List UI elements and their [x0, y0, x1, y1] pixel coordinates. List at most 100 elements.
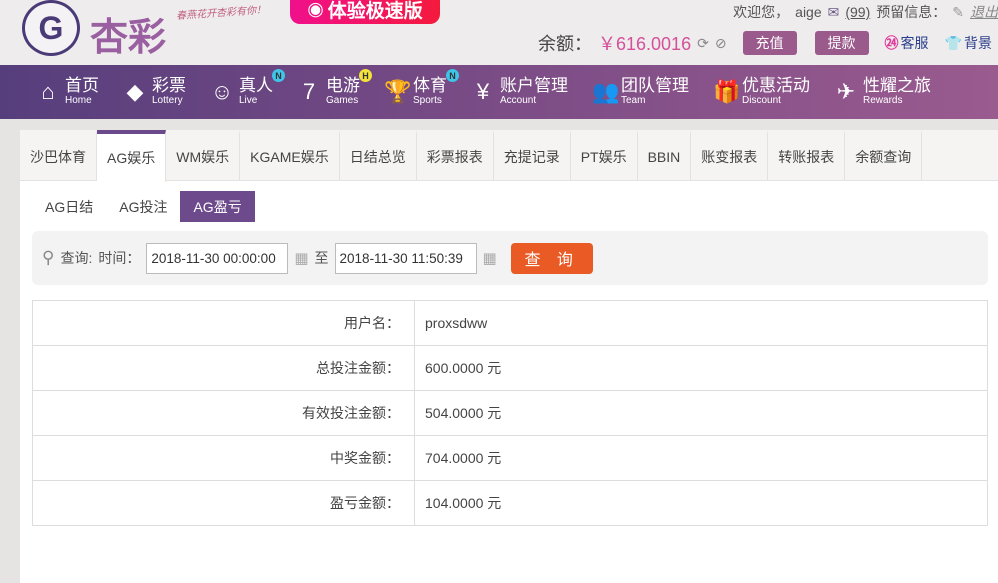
nav-label: 性耀之旅: [863, 76, 931, 95]
promo-banner[interactable]: ◉ 体验极速版: [290, 0, 440, 24]
nav-icon: 👥: [592, 79, 620, 104]
row-label: 总投注金额：: [32, 345, 415, 391]
service-label: 客服: [900, 35, 929, 51]
nav-icon: ✈: [836, 79, 856, 104]
nav-item[interactable]: ¥ 账户管理 Account: [471, 77, 568, 107]
table-row: 有效投注金额： 504.0000 元: [32, 390, 988, 436]
nav-item[interactable]: ✈ 性耀之旅 Rewards: [834, 77, 931, 107]
welcome-text: 欢迎您，: [733, 4, 790, 20]
tab[interactable]: BBIN: [638, 130, 692, 180]
balance-row: 余额： ￥616.0016 ⟳ ⊘ 充值 提款 ㉔客服 👕 背景: [538, 30, 992, 56]
slogan: 春燕花开杏彩有你！: [175, 4, 267, 23]
messages-link[interactable]: (99): [845, 4, 870, 20]
logo-text[interactable]: 杏彩: [90, 6, 166, 61]
nav-icon: 🏆: [384, 79, 412, 104]
row-label: 用户名：: [32, 300, 415, 346]
search-label: 查询:: [60, 250, 93, 266]
customer-service-link[interactable]: ㉔客服: [885, 33, 929, 53]
nav-badge: H: [359, 69, 372, 82]
nav-sublabel: Games: [326, 95, 359, 106]
withdraw-button[interactable]: 提款: [814, 31, 869, 55]
row-value: 504.0000 元: [414, 390, 988, 436]
table-row: 总投注金额： 600.0000 元: [32, 345, 988, 391]
query-button[interactable]: 查 询: [510, 242, 593, 274]
calendar-icon[interactable]: ▦: [483, 249, 497, 267]
search-bar: ⚲ 查询: 时间： ▦ 至 ▦ 查 询: [32, 231, 988, 285]
tab[interactable]: AG娱乐: [97, 130, 167, 182]
profit-table: 用户名： proxsdww 总投注金额： 600.0000 元有效投注金额： 504.0…: [32, 300, 988, 526]
skin-label: 背景: [963, 35, 992, 51]
header: G 杏彩 春燕花开杏彩有你！ ◉ 体验极速版 欢迎您， aige ✉ (99) 预…: [0, 0, 998, 65]
nav-icon: 7: [302, 79, 316, 104]
nav-icon: ◆: [126, 79, 144, 104]
main-nav: ⌂ 首页 Home ◆ 彩票 Lottery ☺ 真人 Live N 7 电游 Games H 🏆 体育 Spo…: [0, 65, 998, 119]
edit-icon[interactable]: ✎: [952, 4, 964, 21]
nav-badge: N: [446, 69, 459, 82]
sub-tab[interactable]: AG投注: [106, 191, 180, 222]
nav-label: 首页: [65, 76, 99, 95]
end-time-input[interactable]: [334, 242, 477, 274]
calendar-icon[interactable]: ▦: [294, 249, 308, 267]
nav-sublabel: Live: [239, 95, 258, 106]
time-label: 时间：: [98, 250, 141, 266]
user-bar: 欢迎您， aige ✉ (99) 预留信息： ✎ 退出: [733, 2, 998, 22]
nav-icon: ☺: [210, 79, 234, 104]
nav-icon: ⌂: [41, 79, 55, 104]
tab[interactable]: 余额查询: [845, 130, 923, 180]
tab[interactable]: 沙巴体育: [20, 130, 97, 180]
deposit-button[interactable]: 充值: [742, 31, 797, 55]
nav-icon: 🎁: [713, 79, 741, 104]
mail-icon[interactable]: ✉: [828, 4, 840, 21]
search-icon: ⚲: [42, 248, 55, 267]
headset-24-icon: ㉔: [884, 35, 899, 51]
nav-label: 团队管理: [621, 76, 689, 95]
start-time-input[interactable]: [146, 242, 289, 274]
report-tabs: 沙巴体育 AG娱乐 WM娱乐 KGAME娱乐 日结总览 彩票报表 充提记录 PT娱乐 BBIN 账…: [20, 130, 998, 182]
nav-label: 真人: [239, 76, 273, 95]
tab[interactable]: 充提记录: [494, 130, 571, 180]
row-value: 104.0000 元: [414, 480, 988, 526]
hide-eye-icon[interactable]: ⊘: [715, 35, 727, 52]
row-value: proxsdww: [414, 300, 988, 346]
nav-item[interactable]: 🎁 优惠活动 Discount: [713, 77, 810, 107]
nav-sublabel: Team: [621, 95, 646, 106]
reserved-info-label: 预留信息：: [876, 4, 947, 20]
shirt-icon: 👕: [944, 34, 962, 51]
logout-link[interactable]: 退出: [970, 2, 998, 22]
nav-item[interactable]: 🏆 体育 Sports N: [384, 69, 459, 107]
table-row: 用户名： proxsdww: [32, 300, 988, 346]
nav-item[interactable]: 👥 团队管理 Team: [592, 77, 689, 107]
nav-label: 体育: [413, 76, 447, 95]
tab[interactable]: 账变报表: [691, 130, 769, 180]
nav-sublabel: Discount: [742, 95, 781, 106]
logo-emblem-icon[interactable]: G: [22, 0, 80, 56]
nav-item[interactable]: ☺ 真人 Live N: [210, 69, 285, 107]
tab[interactable]: PT娱乐: [571, 130, 638, 180]
tab[interactable]: KGAME娱乐: [240, 130, 340, 180]
row-value: 704.0000 元: [414, 435, 988, 481]
content-panel: 沙巴体育 AG娱乐 WM娱乐 KGAME娱乐 日结总览 彩票报表 充提记录 PT娱乐 BBIN 账…: [20, 130, 998, 583]
play-icon: ◉: [307, 0, 324, 20]
tab[interactable]: 转账报表: [768, 130, 846, 180]
nav-item[interactable]: 7 电游 Games H: [297, 69, 372, 107]
row-label: 中奖金额：: [32, 435, 415, 481]
nav-badge: N: [272, 69, 285, 82]
nav-icon: ¥: [476, 79, 490, 104]
tab[interactable]: 日结总览: [340, 130, 417, 180]
to-label: 至: [314, 250, 329, 266]
nav-item[interactable]: ◆ 彩票 Lottery: [123, 77, 186, 107]
tab[interactable]: 彩票报表: [417, 130, 494, 180]
refresh-icon[interactable]: ⟳: [697, 35, 709, 52]
nav-label: 电游: [326, 76, 360, 95]
tab[interactable]: WM娱乐: [166, 130, 241, 180]
nav-label: 彩票: [152, 76, 186, 95]
nav-sublabel: Home: [65, 95, 92, 106]
sub-tab[interactable]: AG盈亏: [180, 191, 255, 222]
skin-link[interactable]: 👕 背景: [945, 33, 992, 53]
nav-item[interactable]: ⌂ 首页 Home: [36, 77, 99, 107]
sub-tab[interactable]: AG日结: [32, 191, 106, 222]
row-label: 盈亏金额：: [32, 480, 415, 526]
nav-sublabel: Sports: [413, 95, 442, 106]
table-row: 盈亏金额： 104.0000 元: [32, 480, 988, 526]
row-label: 有效投注金额：: [32, 390, 415, 436]
